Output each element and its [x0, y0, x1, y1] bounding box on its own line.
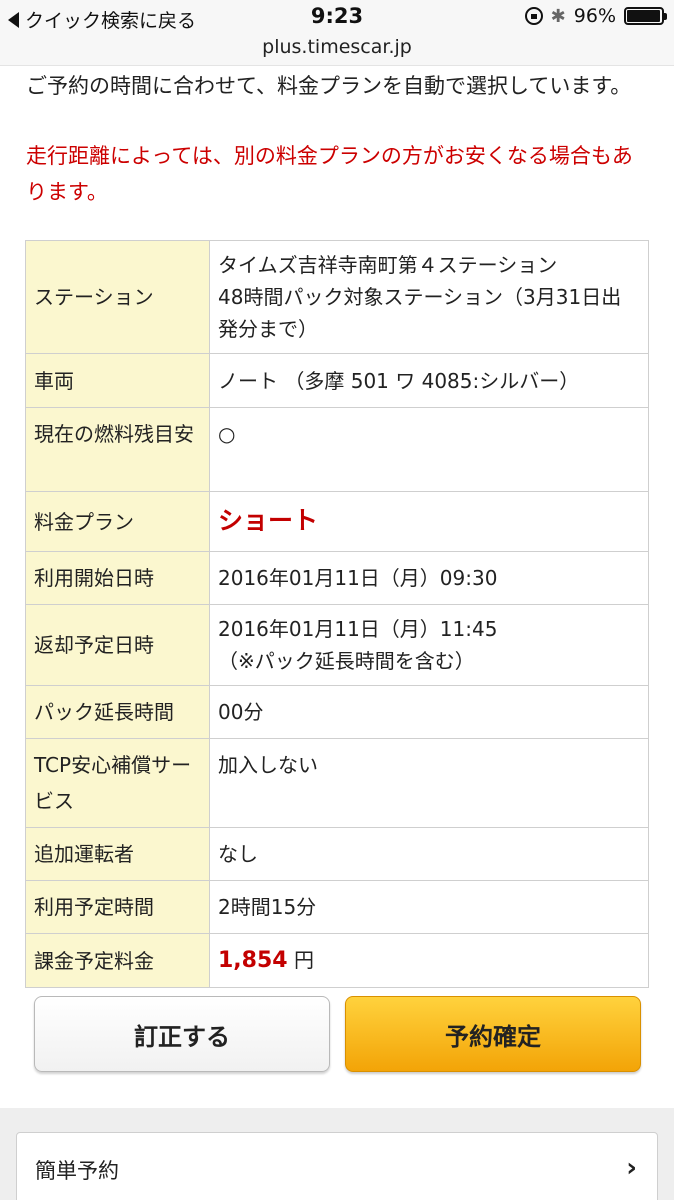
fee-unit: 円: [293, 948, 314, 972]
vehicle-value: ノート （多摩 501 ワ 4085:シルバー）: [209, 353, 649, 408]
tcp-value: 加入しない: [209, 738, 649, 828]
table-row: 課金予定料金 1,854 円: [25, 933, 649, 988]
duration-value: 2時間15分: [209, 880, 649, 934]
station-name: タイムズ吉祥寺南町第４ステーション: [218, 253, 558, 277]
bluetooth-icon: ✱: [550, 5, 566, 27]
table-row: 利用予定時間 2時間15分: [25, 880, 649, 934]
table-row: 利用開始日時 2016年01月11日（月）09:30: [25, 551, 649, 605]
pack-extension-value: 00分: [209, 685, 649, 739]
row-label-extra-driver: 追加運転者: [25, 827, 210, 881]
quick-reservation-link[interactable]: 簡単予約 ›: [16, 1132, 658, 1200]
footer-area: 簡単予約 ›: [0, 1108, 674, 1200]
row-label-return: 返却予定日時: [25, 604, 210, 686]
fuel-value: ○: [209, 407, 649, 492]
table-row: TCP安心補償サービス 加入しない: [25, 738, 649, 828]
quick-reservation-label: 簡単予約: [35, 1159, 119, 1183]
plan-value: ショート: [209, 491, 649, 552]
station-note: 48時間パック対象ステーション（3月31日出発分まで）: [218, 285, 622, 341]
plan-name: ショート: [218, 506, 319, 535]
row-label-duration: 利用予定時間: [25, 880, 210, 934]
station-value: タイムズ吉祥寺南町第４ステーション 48時間パック対象ステーション（3月31日出…: [209, 240, 649, 354]
row-label-tcp: TCP安心補償サービス: [25, 738, 210, 828]
orientation-lock-icon: [524, 7, 543, 25]
intro-text: ご予約の時間に合わせて、料金プランを自動で選択しています。: [26, 74, 632, 98]
reservation-details-table: ステーション タイムズ吉祥寺南町第４ステーション 48時間パック対象ステーション…: [25, 240, 649, 988]
battery-percent: 96%: [573, 5, 616, 27]
fee-value: 1,854 円: [209, 933, 649, 988]
row-label-fuel: 現在の燃料残目安: [25, 407, 210, 492]
status-icons: ✱ 96%: [524, 5, 667, 27]
row-label-start: 利用開始日時: [25, 551, 210, 605]
confirm-reservation-button[interactable]: 予約確定: [345, 996, 641, 1072]
table-row: ステーション タイムズ吉祥寺南町第４ステーション 48時間パック対象ステーション…: [25, 240, 649, 354]
table-row: 返却予定日時 2016年01月11日（月）11:45 （※パック延長時間を含む）: [25, 604, 649, 686]
chevron-right-icon: ›: [626, 1153, 637, 1183]
warning-text: 走行距離によっては、別の料金プランの方がお安くなる場合もあります。: [26, 144, 633, 204]
battery-icon: [624, 7, 667, 25]
table-row: 車両 ノート （多摩 501 ワ 4085:シルバー）: [25, 353, 649, 408]
status-bar: クイック検索に戻る 9:23 ✱ 96%: [0, 0, 674, 36]
return-note: （※パック延長時間を含む）: [218, 649, 475, 673]
correct-button[interactable]: 訂正する: [34, 996, 330, 1072]
row-label-vehicle: 車両: [25, 353, 210, 408]
start-value: 2016年01月11日（月）09:30: [209, 551, 649, 605]
row-label-station: ステーション: [25, 240, 210, 354]
row-label-plan: 料金プラン: [25, 491, 210, 552]
row-label-pack-extension: パック延長時間: [25, 685, 210, 739]
return-datetime: 2016年01月11日（月）11:45: [218, 617, 498, 641]
table-row: 現在の燃料残目安 ○: [25, 407, 649, 492]
return-value: 2016年01月11日（月）11:45 （※パック延長時間を含む）: [209, 604, 649, 686]
table-row: パック延長時間 00分: [25, 685, 649, 739]
url-bar[interactable]: plus.timescar.jp: [0, 36, 674, 66]
table-row: 料金プラン ショート: [25, 491, 649, 552]
row-label-fee: 課金予定料金: [25, 933, 210, 988]
fee-amount: 1,854: [218, 948, 288, 973]
table-row: 追加運転者 なし: [25, 827, 649, 881]
extra-driver-value: なし: [209, 827, 649, 881]
